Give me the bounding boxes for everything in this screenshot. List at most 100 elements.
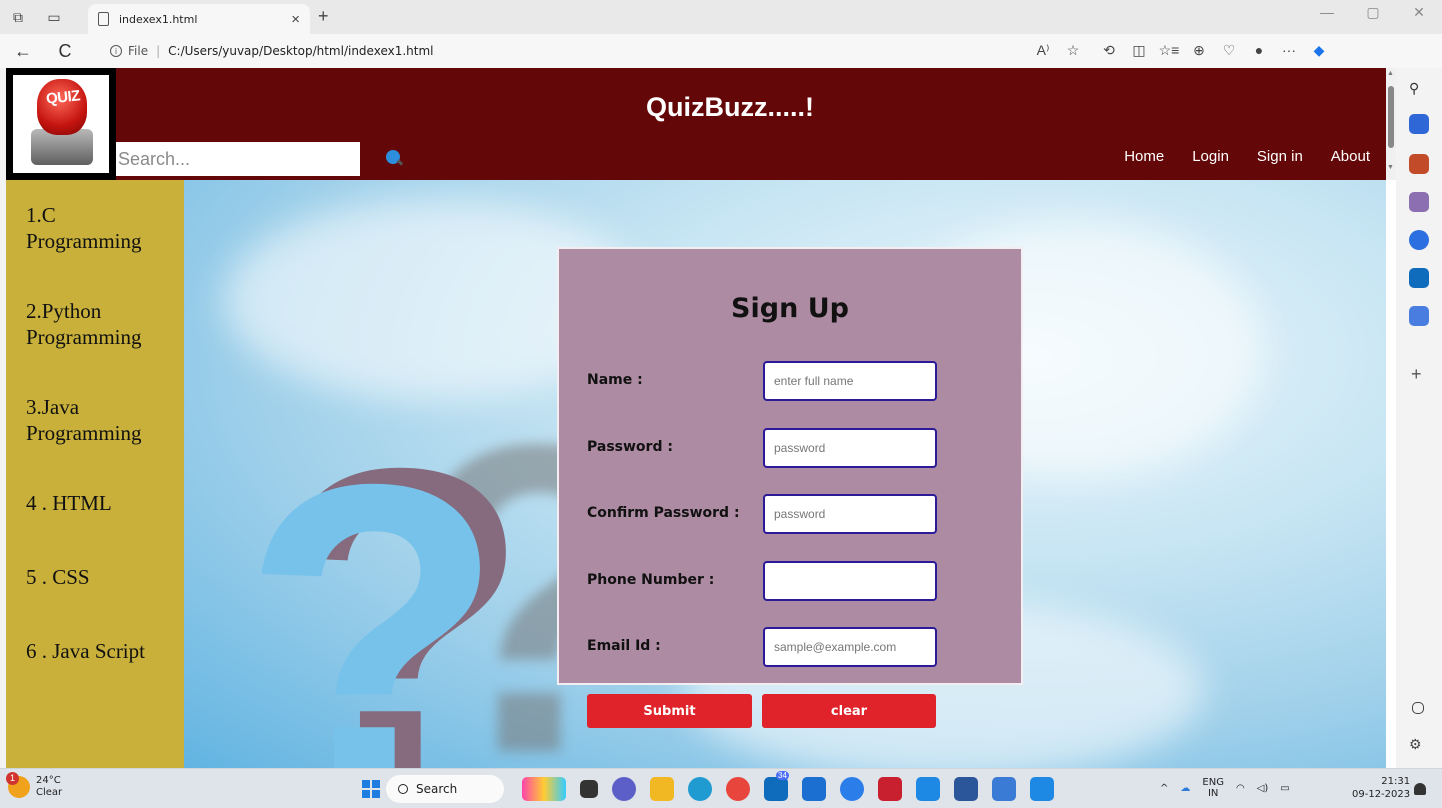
shopping-tag-icon[interactable] (1409, 114, 1429, 134)
sidebar-toggle-icon[interactable] (1412, 702, 1424, 714)
split-screen-icon[interactable]: ◫ (1124, 42, 1154, 59)
password-field[interactable] (763, 428, 937, 468)
microsoft365-icon[interactable] (1409, 230, 1429, 250)
favorite-star-icon[interactable]: ☆ (1058, 42, 1088, 59)
profile-icon[interactable]: ● (1244, 42, 1274, 59)
tools-briefcase-icon[interactable] (1409, 154, 1429, 174)
email-field[interactable] (763, 627, 937, 667)
new-tab-button[interactable]: + (318, 6, 329, 27)
minimize-button[interactable]: — (1304, 4, 1350, 21)
nav-sign-in[interactable]: Sign in (1257, 148, 1303, 165)
refresh-button[interactable]: C (50, 41, 80, 62)
favorites-icon[interactable]: ☆≡ (1154, 42, 1184, 59)
name-label: Name : (587, 372, 643, 388)
help-icon[interactable] (840, 777, 864, 801)
scroll-down-icon[interactable]: ▼ (1387, 164, 1394, 171)
games-icon[interactable] (1409, 192, 1429, 212)
store-icon[interactable] (802, 777, 826, 801)
extensions-icon[interactable]: ⟲ (1094, 42, 1124, 59)
task-view-icon[interactable] (580, 780, 598, 798)
address-bar-row: ← C i File | C:/Users/yuvap/Desktop/html… (0, 34, 1442, 68)
weather-widget[interactable]: 1 24°C Clear (6, 772, 62, 799)
address-scheme-label: File (128, 44, 149, 58)
clock[interactable]: 21:31 09-12-2023 (1352, 775, 1410, 801)
teams-chat-icon[interactable] (612, 777, 636, 801)
nav-login[interactable]: Login (1192, 148, 1229, 165)
sidebar-item-python[interactable]: 2.Python Programming (26, 298, 176, 350)
nav-home[interactable]: Home (1124, 148, 1164, 165)
submit-button[interactable]: Submit (587, 694, 752, 728)
notepad-icon[interactable] (992, 777, 1016, 801)
back-button[interactable]: ← (8, 41, 38, 62)
browser-essentials-icon[interactable]: ♡ (1214, 42, 1244, 59)
drop-icon[interactable] (1409, 306, 1429, 326)
topics-sidebar: 1.C Programming 2.Python Programming 3.J… (6, 180, 184, 768)
page-scrollbar[interactable]: ▲ ▼ (1386, 68, 1396, 180)
read-aloud-icon[interactable]: A⁾ (1028, 42, 1058, 59)
clear-button[interactable]: clear (762, 694, 936, 728)
pinned-app-icon[interactable] (522, 777, 566, 801)
tab-close-button[interactable]: × (291, 11, 300, 28)
outlook-taskbar-icon[interactable]: 34 (764, 771, 789, 801)
nav-about[interactable]: About (1331, 148, 1370, 165)
sidebar-item-c[interactable]: 1.C Programming (26, 202, 156, 254)
search-sidebar-icon[interactable]: ⚲ (1409, 80, 1429, 100)
restore-button[interactable]: ▢ (1350, 4, 1396, 21)
region-code: IN (1207, 788, 1219, 799)
phone-field[interactable] (763, 561, 937, 601)
phone-label: Phone Number : (587, 572, 715, 588)
notification-bell-icon[interactable] (1414, 783, 1426, 795)
workspaces-icon[interactable]: ⧉ (0, 9, 36, 26)
sidebar-item-java[interactable]: 3.Java Programming (26, 394, 166, 446)
settings-gear-icon[interactable]: ⚙ (1409, 736, 1429, 756)
app-badge: 34 (776, 771, 789, 780)
language-code: ENG (1202, 777, 1224, 788)
copilot-icon[interactable]: ◆ (1304, 42, 1334, 59)
start-button-icon[interactable] (362, 780, 380, 798)
taskbar-search-label: Search (416, 782, 458, 796)
outlook-icon[interactable] (1409, 268, 1429, 288)
taskbar-apps: 34 (522, 771, 1054, 801)
form-title: Sign Up (731, 293, 849, 324)
confirm-password-field[interactable] (763, 494, 937, 534)
battery-icon[interactable]: ▭ (1280, 783, 1289, 794)
window-controls: — ▢ ✕ (1304, 4, 1442, 21)
volume-icon[interactable]: ◁) (1257, 783, 1269, 794)
address-bar[interactable]: i File | C:/Users/yuvap/Desktop/html/ind… (96, 38, 1096, 64)
edge-browser-icon[interactable] (688, 777, 712, 801)
scroll-thumb[interactable] (1388, 86, 1394, 148)
onedrive-icon[interactable]: ☁ (1180, 783, 1190, 794)
language-indicator[interactable]: ENG IN (1202, 777, 1224, 799)
sidebar-item-html[interactable]: 4 . HTML (26, 490, 184, 516)
tab-actions-icon[interactable]: ▭ (36, 9, 72, 26)
site-title: QuizBuzz.....! (646, 92, 814, 122)
tab-title: indexex1.html (119, 12, 198, 26)
info-icon[interactable]: i (110, 45, 122, 57)
sidebar-item-css[interactable]: 5 . CSS (26, 564, 184, 590)
browser-tab[interactable]: indexex1.html × (88, 4, 310, 34)
collections-icon[interactable]: ⊕ (1184, 42, 1214, 59)
address-url[interactable]: C:/Users/yuvap/Desktop/html/indexex1.htm… (168, 44, 433, 58)
scroll-up-icon[interactable]: ▲ (1387, 70, 1394, 77)
add-sidebar-app-icon[interactable]: + (1411, 364, 1422, 385)
word-icon[interactable] (954, 777, 978, 801)
browser-toolbar: A⁾ ☆ ⟲ ◫ ☆≡ ⊕ ♡ ● ··· ◆ (1028, 42, 1334, 59)
name-field[interactable] (763, 361, 937, 401)
file-explorer-icon[interactable] (650, 777, 674, 801)
search-input[interactable] (116, 142, 360, 176)
search-icon[interactable] (386, 150, 400, 164)
quiz-logo[interactable]: QUIZ (6, 68, 116, 180)
more-menu-icon[interactable]: ··· (1274, 42, 1304, 59)
show-hidden-icons-icon[interactable]: ^ (1160, 783, 1168, 794)
snipping-tool-icon[interactable] (1030, 777, 1054, 801)
chrome-icon[interactable] (726, 777, 750, 801)
myhp-icon[interactable] (916, 777, 940, 801)
weather-badge: 1 (6, 772, 19, 785)
taskbar-search[interactable]: Search (386, 775, 504, 803)
mcafee-icon[interactable] (878, 777, 902, 801)
clock-time: 21:31 (1381, 776, 1411, 787)
close-window-button[interactable]: ✕ (1396, 4, 1442, 21)
password-label: Password : (587, 439, 673, 455)
wifi-icon[interactable]: ◠ (1236, 783, 1245, 794)
sidebar-item-javascript[interactable]: 6 . Java Script (26, 638, 184, 664)
